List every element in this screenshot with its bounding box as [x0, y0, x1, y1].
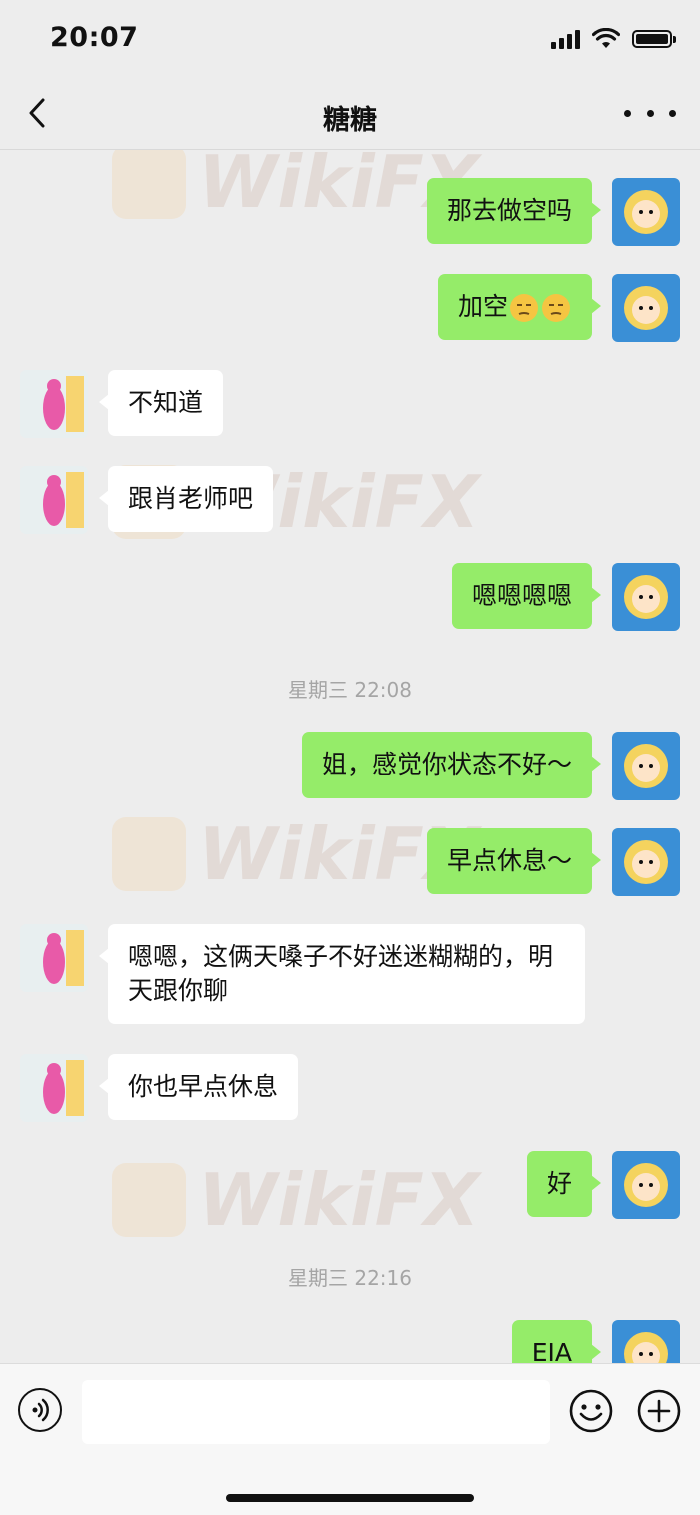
contact-avatar[interactable] [20, 924, 88, 992]
self-avatar[interactable] [612, 274, 680, 342]
watermark: WikiFX [112, 1158, 479, 1242]
emoji-button[interactable] [568, 1388, 614, 1434]
more-dot-icon [646, 109, 654, 117]
incoming-message[interactable]: 跟肖老师吧 [98, 466, 274, 532]
home-indicator [226, 1494, 474, 1502]
outgoing-message[interactable]: 早点休息～ [426, 828, 602, 894]
watermark-logo-icon [112, 1163, 186, 1237]
voice-input-button[interactable] [18, 1388, 62, 1432]
chat-area[interactable]: WikiFX WikiFX WikiFX WikiFX 那去做空吗 加空 不知道… [0, 150, 700, 1363]
watermark-text: WikiFX [198, 1158, 480, 1242]
signal-icon [551, 29, 580, 49]
watermark-logo-icon [112, 817, 186, 891]
voice-icon [32, 1398, 49, 1422]
wifi-icon [592, 28, 620, 48]
outgoing-message[interactable]: 好 [526, 1151, 602, 1217]
status-bar: 20:07 [0, 0, 700, 80]
more-dot-icon [669, 109, 676, 117]
outgoing-message[interactable]: 嗯嗯嗯嗯 [451, 563, 602, 629]
message-input[interactable] [82, 1380, 550, 1444]
outgoing-message[interactable]: EIA [511, 1320, 602, 1363]
incoming-message[interactable]: 嗯嗯，这俩天嗓子不好迷迷糊糊的，明天跟你聊 [99, 924, 585, 1024]
self-avatar[interactable] [612, 563, 680, 631]
outgoing-message[interactable]: 姐，感觉你状态不好～ [301, 732, 602, 798]
outgoing-message[interactable]: 那去做空吗 [426, 178, 602, 244]
more-actions-button[interactable] [636, 1388, 682, 1434]
chat-title: 糖糖 [323, 105, 377, 136]
input-bar [0, 1363, 700, 1515]
status-icons [551, 28, 676, 50]
contact-avatar[interactable] [20, 1054, 88, 1122]
self-avatar[interactable] [612, 178, 680, 246]
self-avatar[interactable] [612, 828, 680, 896]
message-text: 加空 [457, 292, 508, 321]
smirk-face-icon [542, 294, 570, 322]
watermark: WikiFX [112, 150, 479, 224]
watermark: WikiFX [112, 812, 479, 896]
self-avatar[interactable] [612, 732, 680, 800]
nav-bar: 糖糖 [0, 80, 700, 150]
contact-avatar[interactable] [20, 370, 88, 438]
self-avatar[interactable] [612, 1320, 680, 1363]
more-options-button[interactable] [624, 98, 676, 128]
battery-icon [632, 30, 676, 48]
watermark-logo-icon [112, 150, 186, 219]
plus-icon [637, 1389, 681, 1433]
status-time: 20:07 [50, 22, 139, 53]
smiley-icon [569, 1389, 613, 1433]
incoming-message[interactable]: 你也早点休息 [98, 1054, 299, 1120]
contact-avatar[interactable] [20, 466, 88, 534]
message-timestamp: 星期三 22:08 [288, 678, 412, 702]
message-timestamp: 星期三 22:16 [288, 1266, 412, 1290]
incoming-message[interactable]: 不知道 [98, 370, 224, 436]
outgoing-message[interactable]: 加空 [437, 274, 602, 340]
self-avatar[interactable] [612, 1151, 680, 1219]
more-dot-icon [624, 109, 631, 117]
smirk-face-icon [510, 294, 538, 322]
